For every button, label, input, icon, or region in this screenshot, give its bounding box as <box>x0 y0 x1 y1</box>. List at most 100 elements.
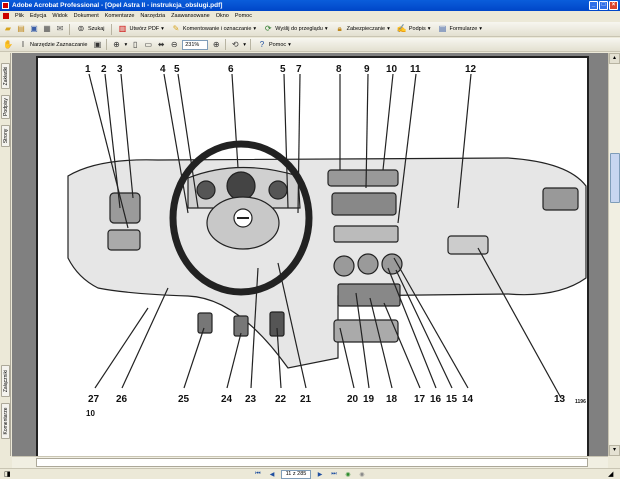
next-page-icon[interactable]: ▶ <box>315 470 325 479</box>
callout-label: 24 <box>221 394 233 405</box>
vertical-scrollbar[interactable]: ▴ ▾ <box>608 53 620 456</box>
go-back-icon[interactable]: ◉ <box>343 470 353 479</box>
zoom-in-plus-icon[interactable]: ⊕ <box>211 40 221 50</box>
toolbar-separator <box>250 39 252 50</box>
scroll-thumb[interactable] <box>610 153 620 203</box>
menu-tools[interactable]: Narzędzia <box>140 13 165 19</box>
hide-pane-icon[interactable]: ◨ <box>4 470 12 478</box>
fit-width-icon[interactable]: ⬌ <box>156 40 166 50</box>
scroll-up-icon[interactable]: ▴ <box>609 53 620 64</box>
comment-markup-button[interactable]: ✎ Komentowanie i oznaczanie ▾ <box>169 23 258 35</box>
open-folder-icon[interactable]: ▰ <box>3 24 13 34</box>
horizontal-scrollbar[interactable] <box>12 456 608 468</box>
document-icon <box>3 13 9 19</box>
resize-grip-icon[interactable]: ◢ <box>608 470 616 478</box>
menu-advanced[interactable]: Zaawansowane <box>171 13 210 19</box>
callout-label: 4 <box>160 64 166 75</box>
figure-id: 1196 <box>575 399 586 405</box>
chevron-down-icon: ▾ <box>324 26 328 32</box>
tab-pages[interactable]: Strony <box>1 125 10 147</box>
scroll-down-icon[interactable]: ▾ <box>609 445 620 456</box>
forms-button[interactable]: ▤ Formularze ▾ <box>435 23 484 35</box>
status-bar: ◨ ⏮ ◀ 11 z 285 ▶ ⏭ ◉ ◉ ◢ <box>0 468 620 479</box>
chevron-down-icon: ▾ <box>387 26 390 32</box>
search-label: Szukaj <box>88 26 105 32</box>
secure-button[interactable]: 🔒︎ Zabezpieczanie ▾ <box>333 23 392 35</box>
select-tool-button[interactable]: I Narzędzie Zaznaczanie <box>16 39 89 51</box>
create-pdf-button[interactable]: ▥ Utwórz PDF ▾ <box>116 23 166 35</box>
horizontal-scroll-thumb[interactable] <box>36 458 588 467</box>
tab-comments[interactable]: Komentarze <box>1 403 10 439</box>
toolbar-separator <box>69 23 70 35</box>
toolbar-separator <box>110 23 112 35</box>
hand-tool-icon[interactable]: ✋ <box>3 40 13 50</box>
callout-label: 23 <box>245 394 257 405</box>
go-forward-icon[interactable]: ◉ <box>357 470 367 479</box>
page-number-field[interactable]: 11 z 285 <box>281 469 311 479</box>
chevron-down-icon[interactable]: ▾ <box>124 42 127 48</box>
menu-document[interactable]: Dokument <box>74 13 99 19</box>
callout-label: 9 <box>364 64 370 75</box>
help-button[interactable]: ? Pomoc ▾ <box>255 39 293 51</box>
callout-label: 26 <box>116 394 128 405</box>
callout-label: 2 <box>101 64 107 75</box>
create-pdf-icon: ▥ <box>118 24 127 33</box>
callout-label: 27 <box>88 394 100 405</box>
callout-label: 20 <box>347 394 359 405</box>
snapshot-icon[interactable]: ▣ <box>92 40 102 50</box>
zoom-in-icon[interactable]: ⊕ <box>111 40 121 50</box>
menu-help[interactable]: Pomoc <box>235 13 252 19</box>
sign-button[interactable]: ✍ Podpis ▾ <box>395 23 433 35</box>
help-icon: ? <box>259 39 265 49</box>
zoom-out-icon[interactable]: ⊖ <box>169 40 179 50</box>
callout-label: 25 <box>178 394 190 405</box>
menu-view[interactable]: Widok <box>52 13 67 19</box>
save-icon[interactable]: ▣ <box>29 24 39 34</box>
toolbar-separator <box>225 39 227 50</box>
chevron-down-icon: ▾ <box>479 26 483 32</box>
menu-file[interactable]: Plik <box>15 13 24 19</box>
callout-label: 15 <box>446 394 458 405</box>
actual-size-icon[interactable]: ▯ <box>130 40 140 50</box>
close-button[interactable]: × <box>609 1 618 10</box>
organizer-icon[interactable]: ▤ <box>16 24 26 34</box>
menu-window[interactable]: Okno <box>216 13 229 19</box>
page-number: 10 <box>86 409 95 418</box>
chevron-down-icon[interactable]: ▾ <box>243 42 246 48</box>
text-select-icon: I <box>21 39 25 49</box>
print-icon[interactable]: ▦ <box>42 24 52 34</box>
chevron-down-icon: ▾ <box>427 26 431 32</box>
minimize-button[interactable]: _ <box>589 1 598 10</box>
sign-label: Podpis <box>408 26 426 32</box>
email-icon[interactable]: ✉ <box>55 24 65 34</box>
callout-label: 7 <box>296 64 302 75</box>
maximize-button[interactable]: □ <box>599 1 608 10</box>
search-button[interactable]: ⊚ Szukaj <box>74 23 107 35</box>
chevron-down-icon: ▾ <box>288 41 291 48</box>
tab-attachments[interactable]: Załączniki <box>1 365 10 397</box>
dashboard-illustration: 1 2 3 4 5 6 5 7 8 9 10 11 12 27 26 25 24… <box>67 64 587 418</box>
chevron-down-icon: ▾ <box>161 26 164 32</box>
send-review-button[interactable]: ⟳ Wyślij do przeglądu ▾ <box>261 23 329 35</box>
rotate-icon[interactable]: ⟲ <box>230 40 240 50</box>
title-bar: Adobe Acrobat Professional - [Opel Astra… <box>0 0 620 11</box>
create-pdf-label: Utwórz PDF <box>129 26 160 32</box>
menu-edit[interactable]: Edycja <box>30 13 47 19</box>
fit-page-icon[interactable]: ▭ <box>143 40 153 50</box>
previous-page-icon[interactable]: ◀ <box>267 470 277 479</box>
window-controls: _ □ × <box>589 1 618 10</box>
comment-label: Komentowanie i oznaczanie <box>182 26 252 32</box>
document-area[interactable]: 1 2 3 4 5 6 5 7 8 9 10 11 12 27 26 25 24… <box>12 53 608 456</box>
callout-label: 13 <box>554 394 566 405</box>
last-page-icon[interactable]: ⏭ <box>329 470 339 479</box>
tab-bookmarks[interactable]: Zakładki <box>1 63 10 89</box>
menu-comments[interactable]: Komentarze <box>105 13 135 19</box>
first-page-icon[interactable]: ⏮ <box>253 470 263 479</box>
zoom-field[interactable]: 231% <box>182 39 209 50</box>
forms-icon: ▤ <box>438 24 447 33</box>
binoculars-icon: ⊚ <box>77 24 85 33</box>
tab-signatures[interactable]: Podpisy <box>1 95 10 119</box>
callout-label: 19 <box>363 394 375 405</box>
callout-label: 5 <box>280 64 286 75</box>
navigation-pane-tabs: Zakładki Podpisy Strony Załączniki Komen… <box>0 53 11 456</box>
